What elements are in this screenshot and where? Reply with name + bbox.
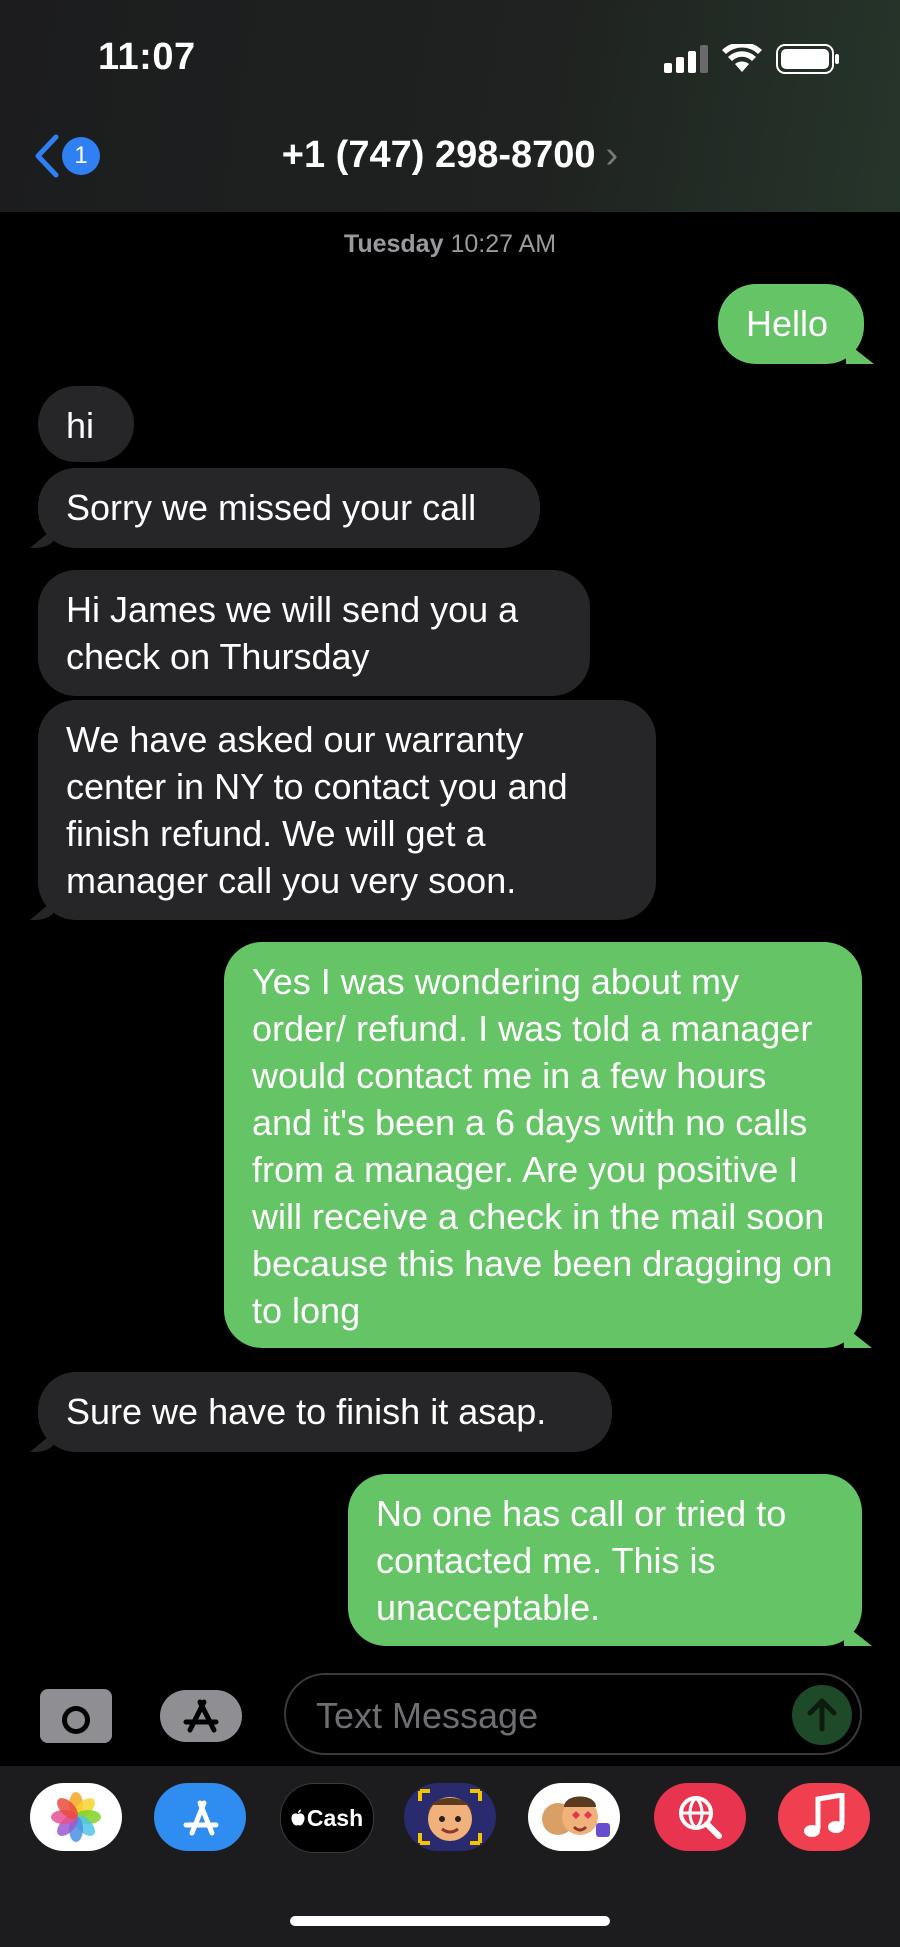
apple-cash-label: Cash [306,1804,364,1831]
status-time: 11:07 [98,36,196,78]
app-drawer-button[interactable] [160,1690,242,1742]
message-bubble-incoming[interactable]: Sorry we missed your call [38,468,540,548]
signal-icon [664,45,708,73]
send-button[interactable] [792,1685,852,1745]
status-icons [664,44,840,74]
memoji-icon[interactable] [404,1783,496,1851]
arrow-up-icon [807,1698,837,1732]
message-bubble-incoming[interactable]: hi [38,386,134,462]
message-bubble-outgoing[interactable]: No one has call or tried to contacted me… [348,1474,862,1646]
contact-number: +1 (747) 298-8700 [281,134,596,176]
music-note-icon [804,1793,845,1837]
message-bubble-outgoing[interactable]: Hello [718,284,864,364]
timestamp-time: 10:27 AM [450,230,557,258]
memoji-stickers-icon[interactable] [528,1783,620,1851]
nav-header [0,0,900,212]
memoji-face-icon [418,1789,482,1845]
home-indicator[interactable] [290,1916,610,1926]
app-store-icon [183,1699,219,1733]
message-input[interactable]: Text Message [284,1673,862,1755]
wifi-icon [722,44,762,72]
app-store-glyph-icon [183,1800,219,1836]
app-store-icon[interactable] [154,1783,246,1851]
message-timestamp: Tuesday 10:27 AM [0,230,900,259]
camera-icon [40,1689,112,1743]
apple-logo-icon [291,1809,305,1826]
message-input-placeholder: Text Message [316,1695,539,1736]
apple-cash-icon[interactable]: Cash [280,1783,374,1853]
battery-icon [776,44,839,74]
globe-search-icon [679,1796,722,1839]
message-bubble-incoming[interactable]: Sure we have to finish it asap. [38,1372,612,1452]
message-bubble-incoming[interactable]: Hi James we will send you a check on Thu… [38,570,590,696]
photos-app-icon[interactable] [30,1783,122,1851]
timestamp-day: Tuesday [343,230,444,258]
web-search-icon[interactable] [654,1783,746,1851]
music-icon[interactable] [778,1783,870,1851]
memoji-sticker-face-icon [542,1796,610,1837]
chevron-right-icon: › [605,134,619,176]
photos-icon [51,1792,101,1842]
message-bubble-incoming[interactable]: We have asked our warranty center in NY … [38,700,656,920]
camera-button[interactable] [40,1689,112,1743]
contact-name[interactable]: +1 (747) 298-8700 › [0,134,900,177]
message-bubble-outgoing[interactable]: Yes I was wondering about my order/ refu… [224,942,862,1348]
